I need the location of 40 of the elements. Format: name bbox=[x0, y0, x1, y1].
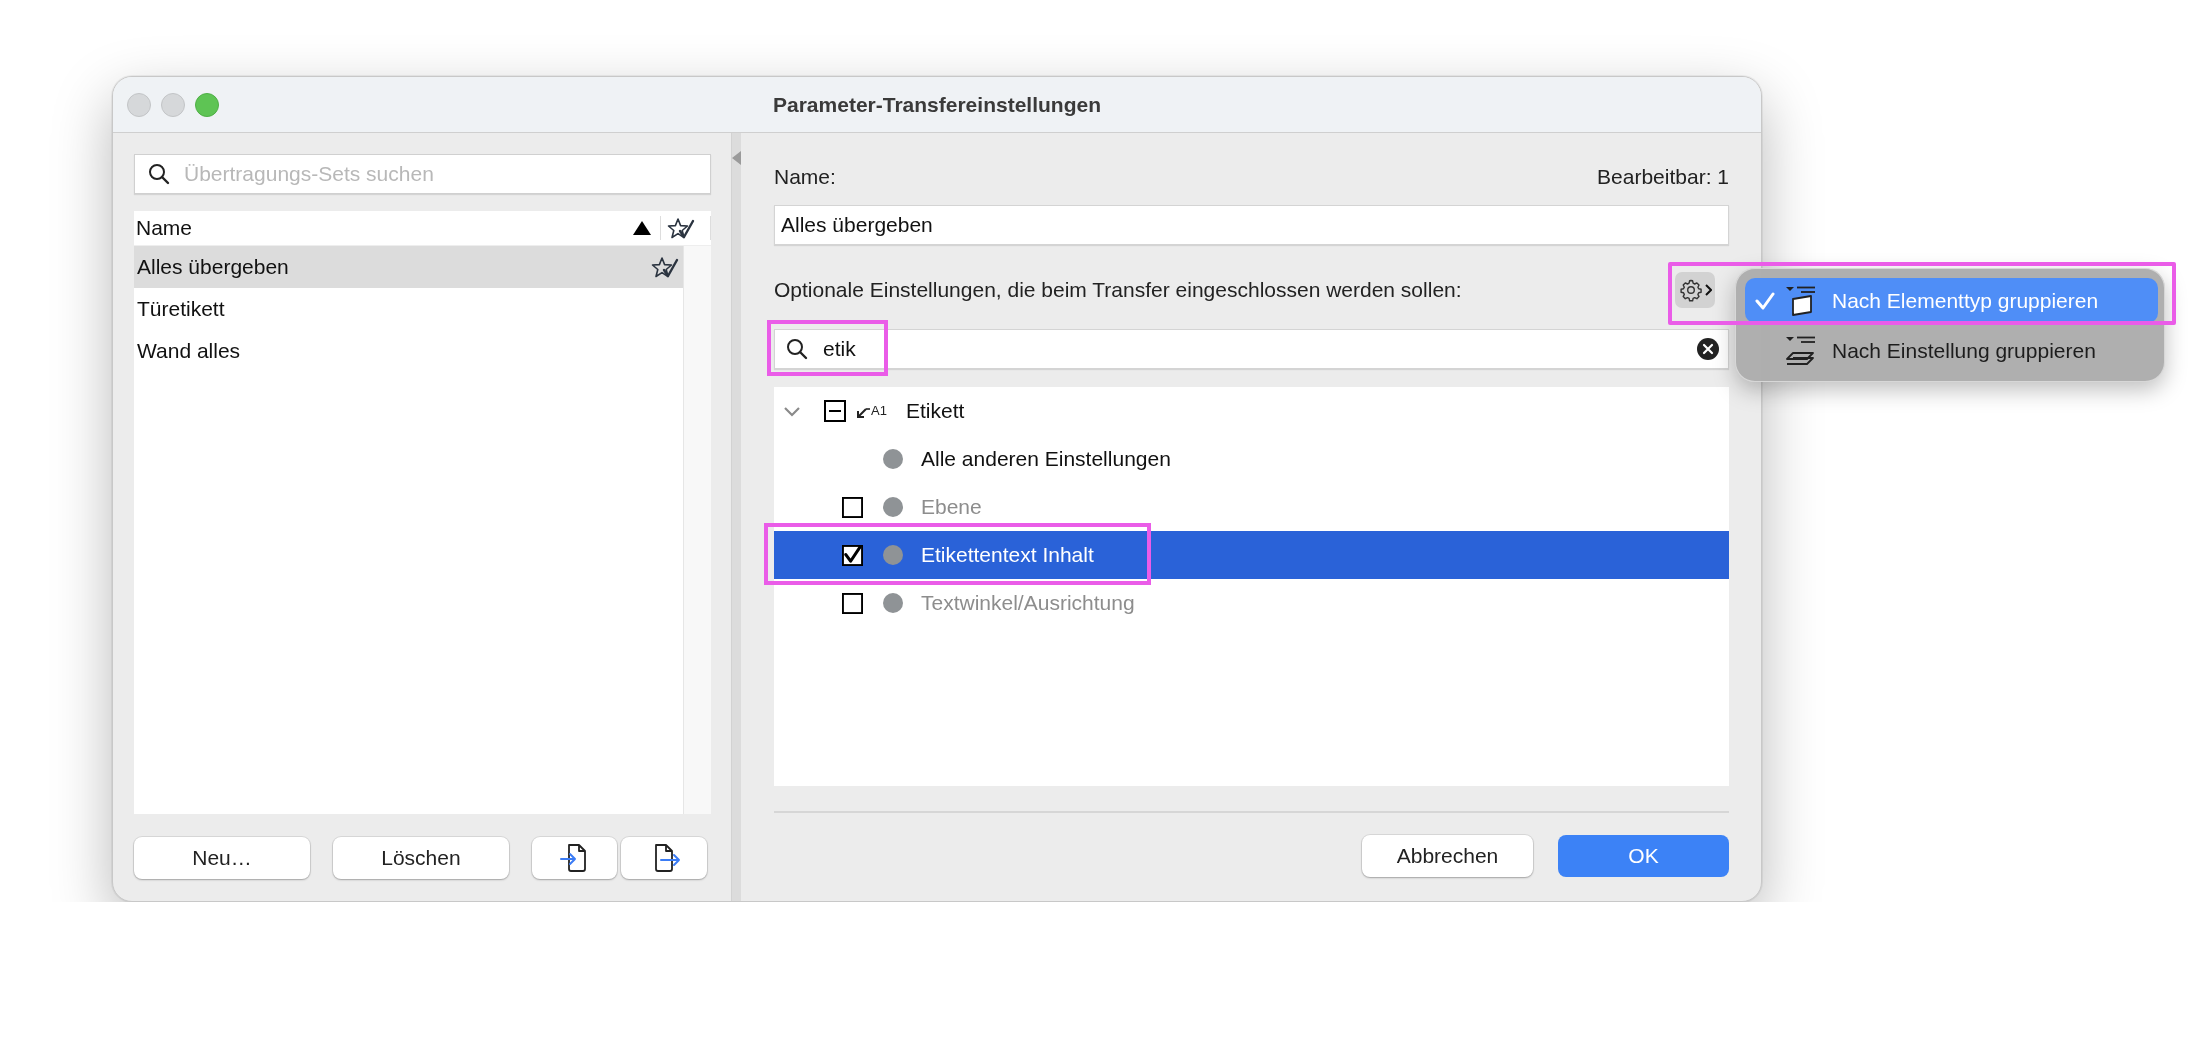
ok-button[interactable]: OK bbox=[1558, 835, 1729, 877]
layers-icon bbox=[1785, 335, 1817, 366]
status-dot bbox=[883, 593, 903, 614]
sort-ascending-icon[interactable] bbox=[632, 219, 652, 237]
clear-button[interactable] bbox=[1697, 338, 1719, 361]
status-dot bbox=[883, 497, 903, 518]
menu-item[interactable]: Nach Einstellung gruppieren bbox=[1745, 328, 2158, 373]
search-field[interactable]: Übertragungs-Sets suchen bbox=[134, 154, 711, 194]
checkbox[interactable] bbox=[842, 496, 863, 518]
star-check-icon[interactable] bbox=[667, 217, 695, 239]
action-button[interactable]: Löschen bbox=[333, 837, 509, 879]
settings-icon bbox=[1678, 277, 1703, 302]
search-icon bbox=[786, 338, 808, 361]
field-label: Name: bbox=[774, 164, 836, 189]
cancel-button[interactable]: Abbrechen bbox=[1362, 835, 1533, 877]
import-button[interactable] bbox=[531, 837, 618, 879]
checkbox[interactable] bbox=[842, 592, 863, 614]
editable-count: Bearbeitbar: 1 bbox=[1597, 164, 1729, 189]
checkbox[interactable] bbox=[824, 400, 846, 423]
chevron-right-icon bbox=[1704, 283, 1712, 296]
filter-field[interactable]: etik bbox=[774, 329, 1729, 370]
window-title: Parameter-Transfereinstellungen bbox=[773, 92, 1101, 116]
tree-group-label: Etikett bbox=[906, 399, 965, 424]
options-label: Optionale Einstellungen, die beim Transfer eingeschlossen werden sollen: bbox=[774, 277, 1462, 302]
export-button[interactable] bbox=[621, 837, 707, 879]
tree-item[interactable]: Etikettentext Inhalt bbox=[774, 531, 1729, 580]
set-list-item[interactable]: Wand alles bbox=[134, 330, 683, 372]
element-type-icon bbox=[1785, 285, 1817, 316]
tree-item[interactable]: Alle anderen Einstellungen bbox=[774, 435, 1729, 484]
action-button[interactable]: Neu… bbox=[134, 837, 310, 879]
clear-icon bbox=[1697, 338, 1719, 361]
set-list-item[interactable]: Türetikett bbox=[134, 288, 683, 330]
checkbox[interactable] bbox=[842, 544, 863, 566]
status-dot bbox=[883, 545, 903, 566]
settings-button[interactable] bbox=[1675, 271, 1715, 308]
status-dot bbox=[883, 449, 903, 470]
search-icon bbox=[148, 163, 170, 185]
column-header[interactable]: Name bbox=[136, 216, 193, 239]
name-field[interactable]: Alles übergeben bbox=[774, 205, 1729, 246]
set-list-item[interactable]: Alles übergeben bbox=[134, 246, 683, 288]
